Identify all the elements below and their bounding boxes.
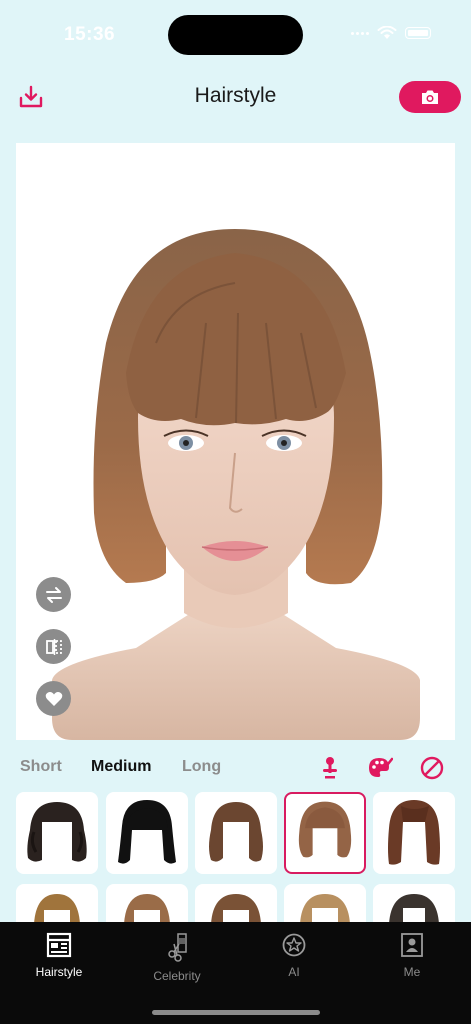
camera-button[interactable]	[399, 81, 461, 113]
palette-icon	[369, 757, 393, 777]
swap-button[interactable]	[36, 577, 71, 612]
tabbar-me[interactable]: Me	[365, 932, 459, 979]
hairstyle-thumb-selected[interactable]	[284, 792, 366, 874]
palette-button[interactable]	[366, 754, 394, 782]
tabbar-ai[interactable]: AI	[247, 932, 341, 979]
pin-button[interactable]	[316, 754, 344, 782]
tabbar-hairstyle[interactable]: Hairstyle	[12, 932, 106, 979]
swap-icon	[45, 586, 62, 603]
battery-icon	[405, 27, 431, 39]
hairstyle-icon	[46, 932, 72, 958]
celebrity-icon	[168, 933, 187, 962]
length-tabs: Short Medium Long	[0, 748, 471, 786]
home-indicator	[152, 1010, 320, 1015]
hairstyle-preview[interactable]	[16, 143, 455, 740]
status-icons	[351, 26, 431, 40]
hairstyle-thumb[interactable]	[16, 792, 98, 874]
hair-thumb-image	[298, 801, 352, 858]
hair-thumb-image	[388, 800, 440, 865]
camera-icon	[422, 90, 438, 104]
tabbar-label: Hairstyle	[35, 965, 83, 979]
cellular-icon	[351, 31, 369, 35]
status-time: 15:36	[64, 24, 116, 45]
pin-icon	[323, 757, 337, 779]
ai-icon	[282, 933, 306, 957]
model-portrait	[52, 229, 420, 740]
tabbar-label: Me	[403, 965, 421, 979]
hairstyle-thumb[interactable]	[195, 792, 277, 874]
status-bar: 15:36	[0, 0, 471, 70]
dynamic-island	[168, 15, 303, 55]
heart-icon	[45, 691, 62, 706]
hairstyle-thumb[interactable]	[373, 792, 455, 874]
no-hair-button[interactable]	[418, 754, 446, 782]
tab-short[interactable]: Short	[20, 758, 62, 776]
app-header: Hairstyle	[0, 70, 471, 126]
mirror-icon	[45, 638, 62, 655]
mirror-button[interactable]	[36, 629, 71, 664]
hair-thumb-image	[209, 802, 263, 862]
hair-thumb-image	[27, 802, 87, 862]
tabbar-label: Celebrity	[153, 969, 201, 983]
me-icon	[401, 933, 423, 957]
wifi-icon	[377, 26, 397, 39]
none-icon	[420, 756, 444, 780]
tab-medium[interactable]: Medium	[91, 758, 151, 776]
hairstyle-thumb[interactable]	[106, 792, 188, 874]
tab-long[interactable]: Long	[182, 758, 221, 776]
bottom-tab-bar: Hairstyle Celebrity AI Me	[0, 922, 471, 1024]
favorite-button[interactable]	[36, 681, 71, 716]
hair-thumb-image	[118, 800, 176, 864]
tabbar-label: AI	[288, 965, 300, 979]
tabbar-celebrity[interactable]: Celebrity	[130, 932, 224, 983]
